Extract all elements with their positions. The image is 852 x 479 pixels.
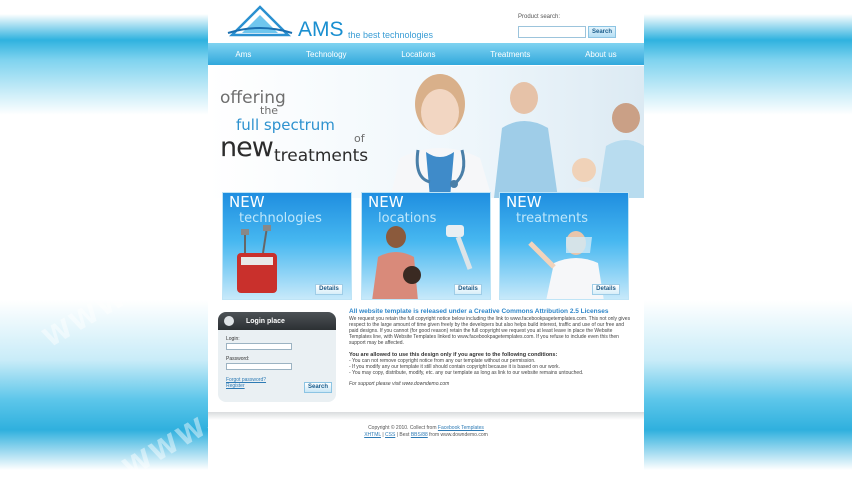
card-treatments[interactable]: NEW treatments Details [499,192,629,300]
logo-icon [227,5,293,37]
card-new-label: NEW [506,193,542,211]
nav-item-technology[interactable]: Technology [306,50,346,59]
main-content: All website template is released under a… [349,308,634,387]
hero-text-new: new [220,132,274,163]
password-input[interactable] [226,363,292,370]
card-title: locations [378,211,437,226]
footer-from-text: from www.downdemo.com [429,432,488,438]
user-icon [224,316,234,326]
content-paragraph: We request you retain the full copyright… [349,316,631,346]
login-label: Login: [226,336,240,342]
css-link[interactable]: CSS [385,432,395,438]
search-button[interactable]: Search [588,26,616,38]
xhtml-link[interactable]: XHTML [364,432,381,438]
search-input[interactable] [518,26,586,38]
main-nav: Ams Technology Locations Treatments Abou… [208,43,644,65]
register-link[interactable]: Register [226,383,245,389]
password-label: Password: [226,356,250,362]
login-search-button[interactable]: Search [304,382,332,393]
facebook-templates-link[interactable]: Facebook Templates [438,425,484,431]
details-button-technologies[interactable]: Details [315,284,343,295]
copyright-text: Copyright © 2010. Collect from [368,425,437,431]
card-technologies[interactable]: NEW technologies Details [222,192,352,300]
footer-links: XHTML | CSS | Best BBS/88 from www.downd… [208,432,644,439]
doctor-image [390,74,492,198]
footer-best-text: | Best [396,432,410,438]
card-new-label: NEW [229,193,265,211]
card-title: technologies [239,211,322,226]
hero-text-of: of [354,132,365,145]
copyright-line: Copyright © 2010. Collect from Facebook … [208,425,644,432]
header: AMS the best technologies Product search… [208,0,644,42]
page: AMS the best technologies Product search… [208,0,644,479]
card-title: treatments [516,211,588,226]
nav-item-locations[interactable]: Locations [401,50,435,59]
details-button-treatments[interactable]: Details [592,284,620,295]
support-text: For support please visit www.downdemo.co… [349,381,450,387]
hero-people-image [494,82,644,198]
logo-text[interactable]: AMS [298,18,344,42]
login-header: Login place [218,312,336,330]
details-button-locations[interactable]: Details [454,284,482,295]
nav-item-treatments[interactable]: Treatments [490,50,530,59]
card-locations[interactable]: NEW locations Details [361,192,491,300]
login-panel: Login place Login: Password: Forgot pass… [218,312,336,402]
tagline: the best technologies [348,30,434,40]
content-title: All website template is released under a… [349,308,609,315]
footer-separator: | [382,432,384,438]
bbs-link[interactable]: BBS/88 [411,432,428,438]
card-new-label: NEW [368,193,404,211]
hero-banner: offering the full spectrum of new treatm… [208,66,644,198]
hero-text-treatments: treatments [274,146,369,166]
login-input[interactable] [226,343,292,350]
nav-item-ams[interactable]: Ams [235,50,251,59]
search-label: Product search: [518,14,561,20]
footer: Copyright © 2010. Collect from Facebook … [208,412,644,442]
condition-item: - You may copy, distribute, modify, etc.… [349,370,584,376]
nav-item-about[interactable]: About us [585,50,617,59]
login-title: Login place [246,317,285,325]
